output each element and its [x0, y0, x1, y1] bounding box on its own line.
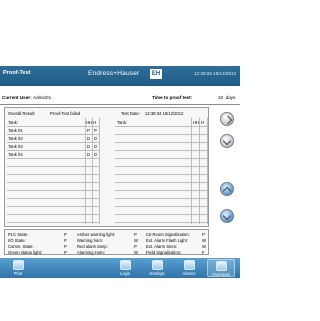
table-divider — [115, 174, 208, 175]
brand-name: Endress+Hauser — [88, 70, 140, 77]
time-to-proof-label: Time to proof test: — [152, 95, 193, 100]
overall-result-label: Overall Result: — [8, 111, 36, 116]
tank-row-hh: D — [87, 144, 91, 149]
brand-logo-icon: EH — [150, 69, 162, 79]
table-divider — [115, 190, 208, 191]
divider — [0, 104, 240, 105]
scroll-down-button[interactable] — [220, 134, 234, 148]
settings-button[interactable]: Settings — [143, 259, 171, 277]
status-label: Ext. Alarm Siren: — [146, 244, 178, 249]
print-button[interactable]: Print — [4, 259, 32, 277]
status-value: P — [64, 238, 67, 243]
table-divider — [115, 134, 208, 135]
tank-row-h: P — [94, 128, 97, 133]
settings-icon — [151, 260, 163, 270]
status-label: Ext. Alarm Flash Light: — [146, 238, 188, 243]
status-value: F — [202, 250, 205, 255]
alarms-button[interactable]: Alarms — [175, 259, 203, 277]
status-value: P — [202, 232, 205, 237]
tank-row-h: D — [94, 136, 98, 141]
system-status-panel: PLC State: P I/O State: P Comm. State: P… — [4, 229, 209, 255]
status-value: P — [134, 244, 137, 249]
overview-icon — [215, 261, 227, 271]
status-label: Red alarm lamp: — [77, 244, 108, 249]
page-title: Proof-Test — [3, 70, 31, 76]
table-divider — [115, 206, 208, 207]
tank-row-h: D — [94, 152, 98, 157]
print-icon — [12, 260, 24, 270]
table-divider — [115, 214, 208, 215]
status-label: Alarming Horn: — [77, 250, 105, 255]
login-button[interactable]: Login — [111, 259, 139, 277]
time-to-proof-value: 10 days — [218, 95, 236, 100]
status-value: P — [134, 232, 137, 237]
results-panel: Overall Result: Proof-Test failed Test D… — [4, 107, 209, 227]
table-column-line — [199, 118, 200, 224]
test-date-value: 12:38:34 18/12/2012 — [145, 111, 184, 116]
left-tank-header: Tank: — [8, 120, 19, 125]
page-up-button[interactable] — [220, 182, 234, 196]
table-divider — [115, 126, 208, 127]
overall-result-value: Proof-Test failed — [50, 111, 81, 116]
left-h-header: H — [93, 120, 97, 125]
table-column-line — [85, 118, 86, 224]
tank-row-label: Tank 01 — [8, 128, 23, 133]
page-down-button[interactable] — [220, 209, 234, 223]
table-divider — [115, 182, 208, 183]
table-divider — [115, 198, 208, 199]
right-tank-header: Tank: — [117, 120, 128, 125]
table-divider — [115, 166, 208, 167]
tank-row-h: D — [94, 144, 98, 149]
current-user-label: Current User: — [2, 95, 32, 100]
table-column-line — [191, 118, 192, 224]
clock: 12:39:26 18/12/2012 — [194, 71, 237, 76]
overview-button[interactable]: Overview — [207, 259, 235, 277]
login-icon — [119, 260, 131, 270]
status-label: I/O State: — [8, 238, 26, 243]
status-value: W — [202, 238, 206, 243]
status-label: Field Signalization: — [146, 250, 182, 255]
status-value: W — [202, 244, 206, 249]
alarm-icon — [183, 260, 195, 270]
table-divider — [115, 142, 208, 143]
status-label: Warning horn: — [77, 238, 104, 243]
tank-row-label: Tank 02 — [8, 136, 23, 141]
status-label: Ctr.Room Signalization: — [146, 232, 190, 237]
table-column-line — [92, 118, 93, 224]
tank-row-hh: P — [87, 128, 90, 133]
tank-row-hh: D — [87, 136, 91, 141]
table-column-line — [207, 118, 208, 224]
table-divider — [115, 150, 208, 151]
tank-row-label: Tank 03 — [8, 144, 23, 149]
status-value: P — [64, 232, 67, 237]
status-value: W — [134, 250, 138, 255]
status-value: W — [134, 238, 138, 243]
table-divider — [115, 158, 208, 159]
table-divider — [115, 222, 208, 223]
current-user-value: Admin01 — [33, 95, 52, 100]
status-label: PLC State: — [8, 232, 29, 237]
status-label: Comm. State: — [8, 244, 34, 249]
status-label: Green status light: — [8, 250, 42, 255]
table-column-line — [99, 118, 100, 224]
tank-row-label: Tank 04 — [8, 152, 23, 157]
scroll-left-button[interactable] — [220, 112, 234, 126]
title-bar: Proof-Test Endress+Hauser EH 12:39:26 18… — [0, 66, 240, 86]
right-h-header: H — [201, 120, 205, 125]
user-bar: Current User: Admin01 Time to proof test… — [0, 94, 240, 103]
status-value: P — [64, 244, 67, 249]
tank-row-hh: D — [87, 152, 91, 157]
test-date-label: Test Date: — [121, 111, 140, 116]
bottom-toolbar: Print Login Settings Alarms Overview — [0, 258, 240, 278]
status-value: P — [64, 250, 67, 255]
status-label: Amber warning light: — [77, 232, 116, 237]
